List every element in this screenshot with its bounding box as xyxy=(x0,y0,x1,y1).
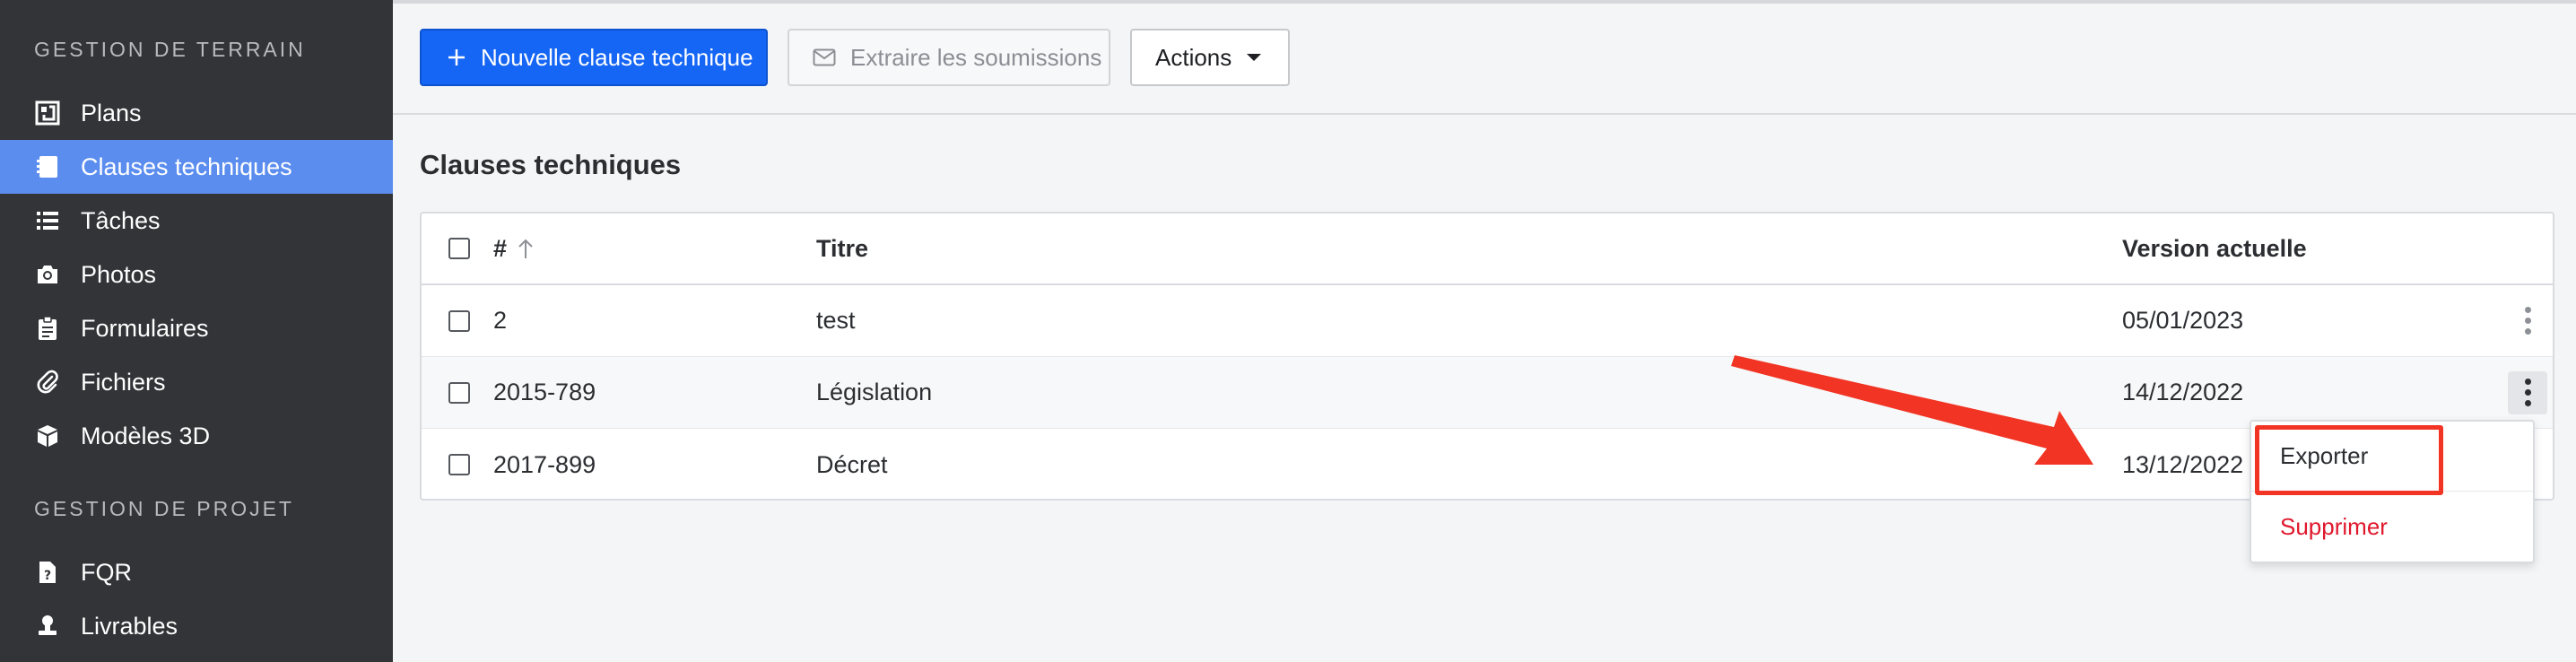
sidebar-item-livrables[interactable]: Livrables xyxy=(0,599,393,653)
row-title: Décret xyxy=(816,450,888,478)
sidebar-item-label: Fichiers xyxy=(81,368,166,396)
plans-icon xyxy=(34,100,61,126)
section-title-terrain: GESTION DE TERRAIN xyxy=(34,38,306,61)
sidebar-item-label: Modèles 3D xyxy=(81,422,211,449)
list-icon xyxy=(34,207,61,234)
sidebar-item-fichiers[interactable]: Fichiers xyxy=(0,355,393,409)
column-header-version[interactable]: Version actuelle xyxy=(2122,235,2307,263)
sidebar-item-clauses-techniques[interactable]: Clauses techniques xyxy=(0,140,393,194)
mail-icon xyxy=(813,48,836,66)
sort-arrow-up-icon[interactable] xyxy=(517,237,535,265)
row-version: 13/12/2022 xyxy=(2122,450,2244,478)
sidebar-item-formulaires[interactable]: Formulaires xyxy=(0,301,393,355)
row-checkbox[interactable] xyxy=(448,309,470,332)
toolbar: Nouvelle clause technique Extraire les s… xyxy=(393,4,2576,115)
sidebar-item-plans[interactable]: Plans xyxy=(0,86,393,140)
sidebar-item-taches[interactable]: Tâches xyxy=(0,194,393,248)
extract-submissions-label: Extraire les soumissions xyxy=(850,43,1102,71)
new-clause-button[interactable]: Nouvelle clause technique xyxy=(420,29,768,86)
new-clause-label: Nouvelle clause technique xyxy=(481,43,753,71)
row-num: 2 xyxy=(493,307,508,334)
clauses-table: # Titre Version actuelle 2 test 05/01/20… xyxy=(420,212,2554,501)
row-num: 2015-789 xyxy=(493,379,596,405)
sidebar-item-fqr[interactable]: ? FQR xyxy=(0,545,393,599)
row-menu-icon[interactable] xyxy=(2508,370,2547,414)
svg-text:?: ? xyxy=(44,569,51,583)
sidebar-item-label: FQR xyxy=(81,558,132,586)
menu-item-delete[interactable]: Supprimer xyxy=(2251,492,2533,562)
sidebar-item-label: Tâches xyxy=(81,206,161,234)
column-header-title[interactable]: Titre xyxy=(816,235,868,263)
column-header-num[interactable]: # xyxy=(493,235,507,263)
row-title: test xyxy=(816,307,856,334)
row-title: Législation xyxy=(816,379,933,405)
sidebar: GESTION DE TERRAIN Plans Clauses techniq… xyxy=(0,0,393,662)
cube-icon xyxy=(34,422,61,449)
section-title-projet: GESTION DE PROJET xyxy=(34,497,294,520)
paperclip-icon xyxy=(34,369,61,396)
table-row[interactable]: 2015-789 Législation 14/12/2022 xyxy=(422,357,2553,429)
sidebar-item-label: Photos xyxy=(81,260,157,288)
sidebar-item-label: Plans xyxy=(81,99,142,126)
sidebar-item-photos[interactable]: Photos xyxy=(0,248,393,301)
plus-icon xyxy=(447,48,466,67)
sidebar-item-label: Livrables xyxy=(81,612,178,640)
row-checkbox[interactable] xyxy=(448,381,470,404)
sidebar-item-label: Formulaires xyxy=(81,314,209,342)
camera-icon xyxy=(34,261,61,288)
sidebar-item-label: Clauses techniques xyxy=(81,152,292,180)
table-row[interactable]: 2 test 05/01/2023 xyxy=(422,285,2553,357)
row-version: 05/01/2023 xyxy=(2122,307,2244,334)
table-header: # Titre Version actuelle xyxy=(422,213,2553,285)
stamp-icon xyxy=(34,613,61,640)
extract-submissions-button[interactable]: Extraire les soumissions xyxy=(788,29,1110,86)
clipboard-icon xyxy=(34,315,61,342)
row-checkbox[interactable] xyxy=(448,454,470,475)
row-menu-icon[interactable] xyxy=(2508,300,2547,343)
main-content: Nouvelle clause technique Extraire les s… xyxy=(393,0,2576,662)
actions-dropdown[interactable]: Actions xyxy=(1130,29,1290,86)
page-title: Clauses techniques xyxy=(420,149,682,180)
row-version: 14/12/2022 xyxy=(2122,379,2244,405)
caret-down-icon xyxy=(1246,52,1262,63)
actions-label: Actions xyxy=(1155,43,1232,71)
notebook-icon xyxy=(34,153,61,180)
table-row[interactable]: 2017-899 Décret 13/12/2022 xyxy=(422,429,2553,501)
annotation-highlight-box xyxy=(2255,425,2443,495)
row-num: 2017-899 xyxy=(493,450,596,478)
sidebar-item-modeles-3d[interactable]: Modèles 3D xyxy=(0,409,393,463)
select-all-checkbox[interactable] xyxy=(448,238,470,259)
file-question-icon: ? xyxy=(34,559,61,586)
